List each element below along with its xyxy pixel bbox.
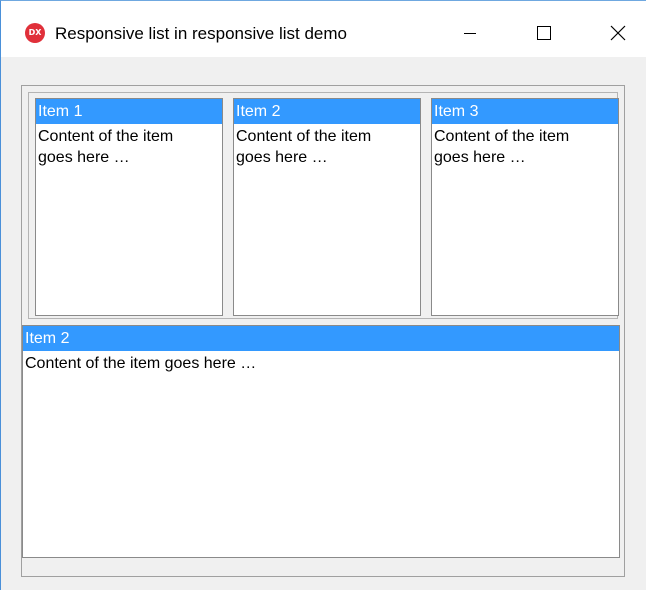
maximize-button[interactable] — [521, 15, 567, 51]
close-button[interactable] — [595, 15, 641, 51]
detail-content: Content of the item goes here … — [25, 355, 257, 372]
minimize-button[interactable] — [447, 15, 493, 51]
list-item-content: Content of the item goes here … — [38, 128, 174, 166]
list-item-content: Content of the item goes here … — [434, 128, 570, 166]
client-area: Item 1 Content of the item goes here … I… — [7, 57, 641, 587]
list-item-header: Item 1 — [36, 99, 222, 124]
title-bar[interactable]: DX Responsive list in responsive list de… — [1, 1, 646, 57]
app-dx-icon: DX — [25, 23, 45, 43]
maximize-icon — [537, 26, 551, 40]
minimize-icon — [464, 33, 476, 34]
selected-item-detail[interactable]: Item 2 Content of the item goes here … — [22, 325, 620, 558]
close-icon — [610, 25, 626, 41]
app-window: DX Responsive list in responsive list de… — [0, 0, 646, 590]
list-item[interactable]: Item 2 Content of the item goes here … — [233, 98, 421, 316]
window-title: Responsive list in responsive list demo — [55, 24, 347, 43]
list-item-content: Content of the item goes here … — [236, 128, 372, 166]
list-item[interactable]: Item 3 Content of the item goes here … — [431, 98, 619, 316]
list-item-header: Item 3 — [432, 99, 618, 124]
responsive-list[interactable]: Item 1 Content of the item goes here … I… — [28, 92, 619, 319]
list-item-header: Item 2 — [234, 99, 420, 124]
responsive-list-container: Item 1 Content of the item goes here … I… — [21, 85, 625, 577]
list-item[interactable]: Item 1 Content of the item goes here … — [35, 98, 223, 316]
detail-header: Item 2 — [23, 326, 619, 351]
